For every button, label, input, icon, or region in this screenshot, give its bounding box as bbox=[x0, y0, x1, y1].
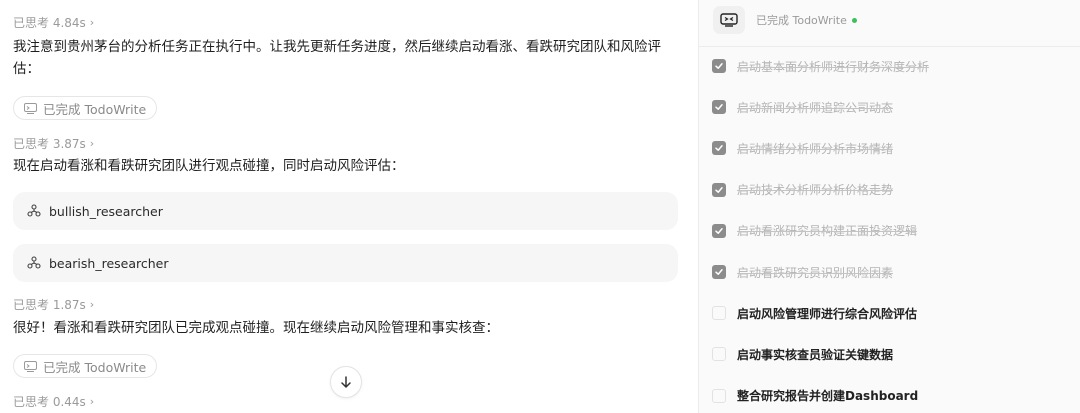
checkmark-icon bbox=[715, 104, 723, 111]
checkmark-icon bbox=[715, 63, 723, 69]
checkmark-icon bbox=[715, 186, 723, 193]
badge-label: 已完成 TodoWrite bbox=[43, 359, 147, 375]
todo-text: 启动看涨研究员构建正面投资逻辑 bbox=[737, 224, 918, 239]
todo-text: 启动情绪分析师分析市场情绪 bbox=[737, 141, 894, 156]
thinking-toggle[interactable]: 已思考 3.87s › bbox=[13, 135, 94, 152]
todo-item: 启动技术分析师分析价格走势 bbox=[712, 180, 893, 200]
todo-item: 启动情绪分析师分析市场情绪 bbox=[712, 138, 893, 158]
todo-checkbox[interactable] bbox=[712, 59, 726, 73]
todo-item: 启动基本面分析师进行财务深度分析 bbox=[712, 56, 929, 76]
todo-item: 启动风险管理师进行综合风险评估 bbox=[712, 303, 917, 323]
chevron-right-icon: › bbox=[89, 16, 95, 29]
todo-checkbox[interactable] bbox=[712, 306, 726, 321]
thinking-toggle[interactable]: 已思考 0.44s › bbox=[13, 393, 94, 410]
agent-icon bbox=[27, 256, 41, 269]
agent-icon bbox=[27, 204, 41, 217]
todo-text: 启动技术分析师分析价格走势 bbox=[737, 183, 894, 198]
assistant-message: 现在启动看涨和看跌研究团队进行观点碰撞，同时启动风险评估： bbox=[13, 158, 405, 174]
todowrite-badge[interactable]: 已完成 TodoWrite bbox=[13, 354, 158, 378]
todo-checkbox[interactable] bbox=[712, 265, 726, 279]
checkmark-icon bbox=[715, 227, 723, 234]
thinking-toggle[interactable]: 已思考 1.87s › bbox=[13, 296, 94, 313]
todowrite-badge[interactable]: 已完成 TodoWrite bbox=[13, 96, 158, 120]
todo-item: 启动新闻分析师追踪公司动态 bbox=[712, 97, 893, 117]
todo-item: 启动看跌研究员识别风险因素 bbox=[712, 262, 893, 282]
thinking-toggle[interactable]: 已思考 4.84s › bbox=[13, 14, 94, 31]
todo-checkbox[interactable] bbox=[712, 141, 726, 156]
status-dot-icon bbox=[851, 17, 857, 23]
thinking-label: 已思考 4.84s bbox=[13, 16, 86, 30]
terminal-view-button[interactable] bbox=[713, 6, 745, 34]
todo-checkbox[interactable] bbox=[712, 347, 726, 362]
status-label: 已完成 TodoWrite bbox=[756, 12, 857, 28]
terminal-icon bbox=[720, 13, 738, 27]
header-label: 已完成 TodoWrite bbox=[756, 14, 847, 27]
arrow-down-icon bbox=[341, 376, 351, 388]
thinking-label: 已思考 3.87s bbox=[13, 137, 86, 151]
assistant-message: 很好！看涨和看跌研究团队已完成观点碰撞。现在继续启动风险管理和事实核查： bbox=[13, 320, 499, 336]
todo-item: 整合研究报告并创建Dashboard bbox=[712, 386, 918, 406]
thinking-label: 已思考 1.87s bbox=[13, 298, 86, 312]
checkmark-icon bbox=[715, 145, 723, 152]
todo-text: 启动看跌研究员识别风险因素 bbox=[737, 265, 894, 280]
chevron-right-icon: › bbox=[89, 298, 95, 311]
terminal-icon bbox=[24, 360, 37, 372]
todo-item: 启动看涨研究员构建正面投资逻辑 bbox=[712, 221, 917, 241]
assistant-message: 我注意到贵州茅台的分析任务正在执行中。让我先更新任务进度，然后继续启动看涨、看跌… bbox=[13, 39, 661, 77]
scroll-to-bottom-button[interactable] bbox=[330, 366, 362, 398]
tool-name: bullish_researcher bbox=[49, 203, 163, 219]
chevron-right-icon: › bbox=[89, 137, 95, 150]
todo-panel: 已完成 TodoWrite 启动基本面分析师进行财务深度分析 启动新闻分析师追踪公… bbox=[699, 0, 1080, 413]
todo-panel-header: 已完成 TodoWrite bbox=[699, 0, 1080, 47]
todo-item: 启动事实核查员验证关键数据 bbox=[712, 344, 893, 364]
todo-checkbox[interactable] bbox=[712, 223, 726, 238]
tool-call-card[interactable]: bullish_researcher bbox=[13, 192, 678, 230]
todo-checkbox[interactable] bbox=[712, 100, 726, 115]
terminal-icon bbox=[24, 102, 37, 114]
tool-call-card[interactable]: bearish_researcher bbox=[13, 244, 678, 282]
chevron-right-icon: › bbox=[89, 395, 95, 408]
todo-checkbox[interactable] bbox=[712, 182, 726, 197]
badge-label: 已完成 TodoWrite bbox=[43, 101, 147, 117]
todo-text: 启动新闻分析师追踪公司动态 bbox=[737, 100, 894, 115]
todo-text: 启动基本面分析师进行财务深度分析 bbox=[737, 59, 930, 74]
tool-name: bearish_researcher bbox=[49, 255, 169, 271]
todo-text: 启动风险管理师进行综合风险评估 bbox=[737, 306, 918, 321]
checkmark-icon bbox=[715, 269, 723, 275]
todo-checkbox[interactable] bbox=[712, 388, 726, 403]
chat-panel: 已思考 4.84s › 我注意到贵州茅台的分析任务正在执行中。让我先更新任务进度… bbox=[0, 0, 690, 413]
todo-text: 整合研究报告并创建Dashboard bbox=[737, 389, 919, 404]
todo-text: 启动事实核查员验证关键数据 bbox=[737, 347, 894, 362]
thinking-label: 已思考 0.44s bbox=[13, 395, 86, 409]
